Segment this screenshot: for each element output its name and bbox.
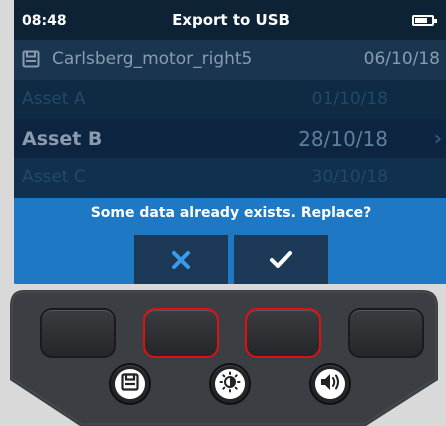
save-button[interactable]: [109, 363, 151, 405]
confirm-button[interactable]: [234, 235, 328, 284]
file-header: Carlsberg_motor_right5 06/10/18: [14, 40, 446, 80]
soft-key-3[interactable]: [245, 308, 321, 358]
asset-row[interactable]: Asset C 30/10/18: [14, 158, 446, 198]
device: 08:48 Export to USB Carlsberg_motor_righ…: [0, 0, 446, 426]
chevron-right-icon: ›: [433, 126, 442, 150]
file-name: Carlsberg_motor_right5: [52, 49, 253, 69]
asset-date: 30/10/18: [311, 167, 388, 187]
screen: 08:48 Export to USB Carlsberg_motor_righ…: [14, 0, 446, 284]
asset-date: 28/10/18: [298, 127, 388, 151]
cancel-button[interactable]: [134, 235, 228, 284]
soft-key-4[interactable]: [348, 308, 424, 358]
asset-name: Asset B: [22, 128, 103, 150]
asset-date: 01/10/18: [311, 89, 388, 109]
dialog-message: Some data already exists. Replace?: [90, 205, 372, 221]
asset-row[interactable]: Asset A 01/10/18: [14, 80, 446, 119]
asset-name: Asset A: [22, 89, 86, 109]
save-icon: [22, 50, 40, 73]
volume-icon: [319, 372, 341, 396]
brightness-button[interactable]: [209, 363, 251, 405]
soft-key-2[interactable]: [143, 308, 219, 358]
screen-title: Export to USB: [172, 11, 290, 29]
close-icon: [171, 250, 191, 270]
file-date: 06/10/18: [363, 49, 440, 69]
asset-name: Asset C: [22, 167, 86, 187]
replace-dialog: Some data already exists. Replace?: [14, 198, 446, 284]
check-icon: [269, 250, 293, 270]
asset-row-selected[interactable]: Asset B 28/10/18 ›: [14, 119, 446, 158]
save-icon: [121, 373, 139, 395]
status-bar: 08:48 Export to USB: [14, 0, 446, 40]
brightness-icon: [219, 371, 241, 397]
battery-icon: [412, 15, 437, 26]
volume-button[interactable]: [309, 363, 351, 405]
soft-key-1[interactable]: [40, 308, 116, 358]
